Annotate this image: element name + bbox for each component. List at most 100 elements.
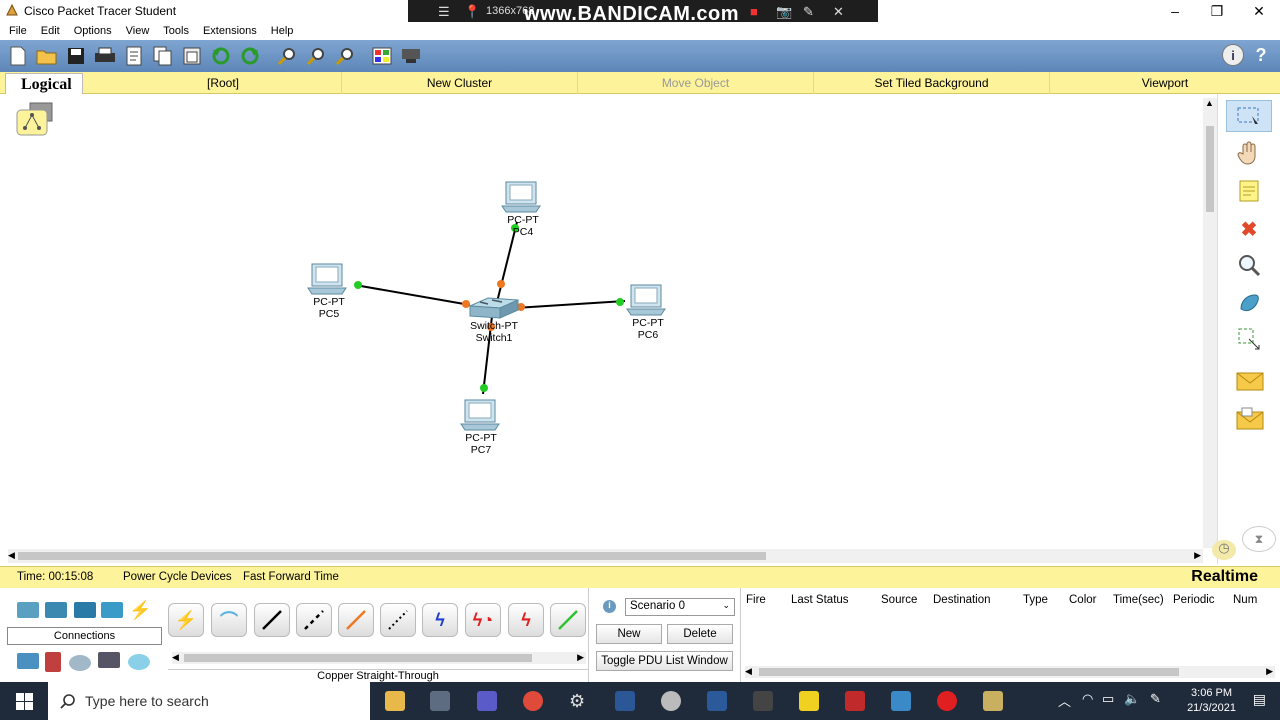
terminal-icon[interactable] — [753, 691, 773, 711]
packet-tracer-taskbar-icon[interactable] — [983, 691, 1003, 711]
horizontal-scroll-thumb[interactable] — [18, 552, 766, 560]
device-template-icon[interactable] — [399, 44, 423, 68]
fiber-icon[interactable] — [338, 603, 374, 637]
volume-icon[interactable]: 🔈 — [1124, 691, 1140, 707]
chevron-up-icon[interactable]: ︿ — [1058, 691, 1071, 710]
serial-dce-icon[interactable]: ϟ◔ — [465, 603, 501, 637]
pc6-device[interactable] — [626, 284, 666, 316]
app-red-icon[interactable] — [845, 691, 865, 711]
close-overlay-icon[interactable]: ✕ — [833, 4, 844, 20]
toggle-pdu-list-button[interactable]: Toggle PDU List Window — [596, 651, 733, 671]
scroll-up-icon[interactable]: ▲ — [1205, 98, 1214, 108]
menu-file[interactable]: File — [9, 25, 27, 37]
windows-start-icon[interactable] — [16, 693, 33, 710]
realtime-clock-icon[interactable]: ◷ — [1212, 540, 1236, 560]
paste-icon[interactable] — [180, 44, 204, 68]
print-icon[interactable] — [93, 44, 117, 68]
cable-scroll-thumb[interactable] — [184, 654, 532, 662]
scroll-right-icon[interactable]: ▶ — [1266, 666, 1273, 677]
menu-options[interactable]: Options — [74, 25, 112, 37]
activity-wizard-icon[interactable] — [122, 44, 146, 68]
menu-tools[interactable]: Tools — [163, 25, 189, 37]
pdu-scroll-thumb[interactable] — [759, 668, 1179, 676]
wireless-devices-icon[interactable] — [101, 602, 123, 618]
auto-connect-icon[interactable]: ⚡ — [168, 603, 204, 637]
pencil-icon[interactable]: ✎ — [803, 4, 814, 20]
store-icon[interactable] — [430, 691, 450, 711]
sticky-notes-icon[interactable] — [799, 691, 819, 711]
realtime-mode-label[interactable]: Realtime — [1191, 568, 1258, 586]
app-icon[interactable] — [661, 691, 681, 711]
menu-icon[interactable]: ☰ — [438, 4, 450, 20]
coax-icon[interactable]: ϟ — [422, 603, 458, 637]
taskbar-search[interactable]: Type here to search — [48, 682, 370, 720]
crossover-icon[interactable] — [296, 603, 332, 637]
draw-shape-icon[interactable] — [1234, 288, 1264, 318]
vertical-scroll-thumb[interactable] — [1206, 126, 1214, 212]
scroll-left-icon[interactable]: ◀ — [172, 652, 179, 663]
note-icon[interactable] — [1234, 176, 1264, 206]
camera-icon[interactable]: 📷 — [776, 4, 792, 20]
serial-dte-icon[interactable]: ϟ — [508, 603, 544, 637]
end-devices-icon[interactable] — [17, 653, 39, 669]
menu-view[interactable]: View — [126, 25, 150, 37]
zoom-out-icon[interactable] — [333, 44, 357, 68]
close-button[interactable]: ✕ — [1238, 0, 1280, 22]
inspect-icon[interactable] — [1234, 250, 1264, 280]
taskbar-clock[interactable]: 3:06 PM 21/3/2021 — [1187, 686, 1236, 716]
octal-icon[interactable] — [550, 603, 586, 637]
pen-icon[interactable]: ✎ — [1150, 691, 1161, 707]
photos-icon[interactable] — [891, 691, 911, 711]
undo-icon[interactable] — [209, 44, 233, 68]
routers-icon[interactable] — [17, 602, 39, 618]
console-cable-icon[interactable]: ⌒ — [211, 603, 247, 637]
pc4-device[interactable] — [501, 181, 541, 213]
add-simple-pdu-icon[interactable] — [1234, 366, 1264, 396]
file-explorer-icon[interactable] — [385, 691, 405, 711]
delete-scenario-button[interactable]: Delete — [667, 624, 733, 644]
pin-icon[interactable]: 📍 — [464, 4, 480, 20]
chrome-icon[interactable] — [523, 691, 543, 711]
new-icon[interactable] — [6, 44, 30, 68]
maximize-button[interactable]: ❐ — [1196, 0, 1238, 22]
zoom-in-icon[interactable] — [275, 44, 299, 68]
scroll-right-icon[interactable]: ▶ — [577, 652, 584, 663]
move-object-button[interactable]: Move Object — [577, 72, 813, 94]
set-tiled-background-button[interactable]: Set Tiled Background — [813, 72, 1049, 94]
power-cycle-devices-button[interactable]: Power Cycle Devices — [123, 571, 232, 583]
scroll-left-icon[interactable]: ◀ — [745, 666, 752, 677]
select-icon[interactable] — [1226, 100, 1272, 132]
word-icon[interactable] — [615, 691, 635, 711]
straight-through-icon[interactable] — [254, 603, 290, 637]
simulation-mode-icon[interactable]: ⧗ — [1242, 526, 1276, 552]
menu-extensions[interactable]: Extensions — [203, 25, 257, 37]
new-scenario-button[interactable]: New — [596, 624, 662, 644]
info-button[interactable]: i — [1222, 44, 1244, 66]
hand-icon[interactable] — [1234, 138, 1264, 168]
wan-emulation-icon[interactable] — [69, 655, 91, 671]
vs-code-icon[interactable] — [707, 691, 727, 711]
cable-scrollbar[interactable]: ◀ ▶ — [172, 652, 586, 664]
fast-forward-time-button[interactable]: Fast Forward Time — [243, 571, 339, 583]
horizontal-scrollbar[interactable]: ◀ ▶ — [8, 549, 1203, 563]
zoom-reset-icon[interactable] — [304, 44, 328, 68]
root-breadcrumb[interactable]: [Root] — [105, 72, 341, 94]
viewport-button[interactable]: Viewport — [1049, 72, 1280, 94]
link-pc5-switch[interactable] — [354, 284, 471, 306]
pc7-device[interactable] — [460, 399, 500, 431]
open-icon[interactable] — [35, 44, 59, 68]
help-button[interactable]: ? — [1250, 44, 1272, 66]
battery-icon[interactable]: ▭ — [1102, 691, 1114, 707]
teams-icon[interactable] — [477, 691, 497, 711]
scenario-select[interactable]: Scenario 0 ⌄ — [625, 598, 735, 616]
record-stop-icon[interactable]: ■ — [750, 4, 758, 19]
minimize-button[interactable]: – — [1154, 0, 1196, 22]
menu-edit[interactable]: Edit — [41, 25, 60, 37]
custom-devices-icon[interactable] — [98, 652, 120, 668]
menu-help[interactable]: Help — [271, 25, 294, 37]
pdu-scrollbar[interactable]: ◀ ▶ — [745, 666, 1275, 678]
settings-icon[interactable]: ⚙ — [569, 691, 589, 711]
copy-icon[interactable] — [151, 44, 175, 68]
save-icon[interactable] — [64, 44, 88, 68]
link-pc6-switch[interactable] — [514, 300, 626, 309]
